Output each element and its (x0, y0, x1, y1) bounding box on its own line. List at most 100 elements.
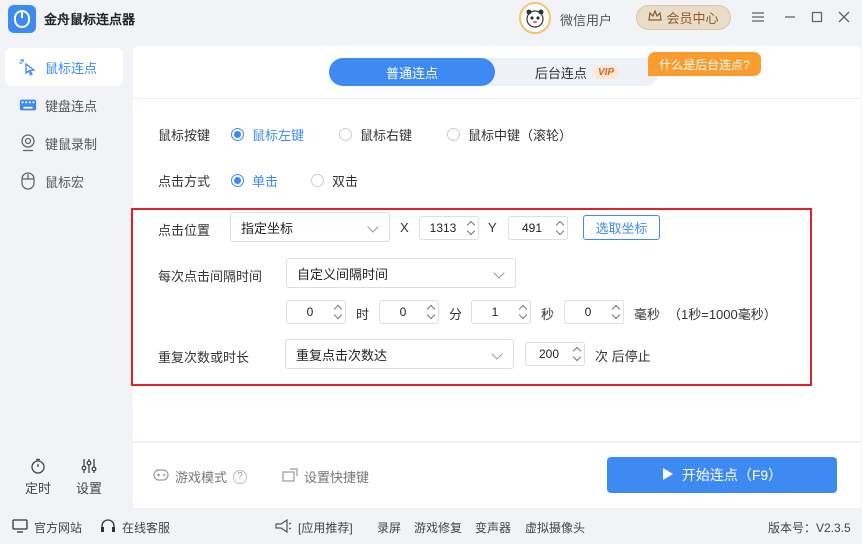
pick-coordinate-button[interactable]: 选取坐标 (583, 215, 660, 240)
sidebar-item-label: 鼠标连点 (45, 60, 98, 76)
close-icon[interactable] (835, 8, 853, 26)
spin-value: 1313 (429, 221, 457, 235)
sidebar: 鼠标连点 键盘连点 键鼠录制 鼠标宏 定时 设置 (0, 40, 130, 508)
recommend-label: [应用推荐] (298, 521, 353, 535)
sidebar-item-label: 键盘连点 (45, 98, 98, 114)
spin-value: 491 (521, 221, 543, 235)
game-mode-toggle[interactable]: 游戏模式 ? (153, 467, 248, 486)
divider (133, 98, 861, 99)
radio-label: 双击 (332, 174, 359, 189)
radio-left-button[interactable]: 鼠标左键 (231, 125, 304, 144)
maximize-icon[interactable] (808, 8, 826, 26)
footer-panel: 游戏模式 ? 设置快捷键 开始连点（F9） (133, 443, 861, 508)
tab-normal-click[interactable]: 普通连点 (329, 58, 495, 86)
recommend-app-link[interactable]: 变声器 (475, 519, 511, 536)
chevron-down-icon (367, 221, 379, 233)
timer-label: 定时 (24, 481, 51, 496)
spinner-arrows-icon[interactable] (426, 302, 435, 322)
spinner-arrows-icon[interactable] (466, 218, 475, 238)
interval-mode-select[interactable]: 自定义间隔时间 (286, 258, 516, 288)
radio-middle-button[interactable]: 鼠标中键（滚轮） (447, 125, 572, 144)
recommend-app-link[interactable]: 录屏 (377, 519, 401, 536)
settings-sliders-icon (81, 459, 97, 473)
spinner-arrows-icon[interactable] (611, 302, 620, 322)
user-avatar[interactable] (519, 2, 551, 34)
settings-button[interactable]: 设置 (69, 458, 109, 497)
repeat-suffix: 次 后停止 (595, 349, 651, 364)
radio-label: 鼠标右键 (360, 128, 413, 143)
help-icon[interactable]: ? (233, 469, 248, 484)
sidebar-item-keyboard-click[interactable]: 键盘连点 (5, 86, 123, 124)
sidebar-item-record[interactable]: 键鼠录制 (5, 124, 123, 162)
recommend-app-link[interactable]: 游戏修复 (414, 519, 462, 536)
recommend-app-link[interactable]: 虚拟摄像头 (525, 519, 585, 536)
hours-input[interactable]: 0 (286, 300, 346, 324)
select-value: 指定坐标 (241, 220, 294, 236)
play-icon (662, 467, 674, 484)
hours-unit: 时 (356, 307, 370, 322)
timer-button[interactable]: 定时 (18, 458, 58, 497)
spinner-arrows-icon[interactable] (333, 302, 342, 322)
radio-dot (311, 174, 324, 187)
sidebar-item-mouse-macro[interactable]: 鼠标宏 (5, 162, 123, 200)
sidebar-item-label: 鼠标宏 (45, 174, 85, 190)
mouse-button-label: 鼠标按键 (158, 128, 211, 143)
timer-icon (31, 458, 45, 474)
headset-icon (100, 519, 116, 536)
chevron-down-icon (493, 267, 505, 279)
vip-center-button[interactable]: 会员中心 (636, 5, 731, 30)
start-click-button[interactable]: 开始连点（F9） (607, 457, 837, 493)
repeat-count-input[interactable]: 200 (525, 342, 585, 366)
radio-double-click[interactable]: 双击 (311, 171, 358, 190)
radio-dot (231, 174, 244, 187)
milliseconds-unit: 毫秒 (634, 307, 661, 322)
y-coordinate-input[interactable]: 491 (508, 216, 568, 240)
position-mode-select[interactable]: 指定坐标 (230, 212, 390, 242)
radio-single-click[interactable]: 单击 (231, 171, 278, 190)
set-hotkey-button[interactable]: 设置快捷键 (282, 467, 369, 486)
x-coordinate-input[interactable]: 1313 (419, 216, 479, 240)
vip-tag: VIP (592, 65, 620, 79)
hotkey-icon (282, 468, 298, 485)
user-name[interactable]: 微信用户 (560, 10, 612, 29)
radio-label: 鼠标中键（滚轮） (468, 128, 573, 143)
minutes-input[interactable]: 0 (379, 300, 439, 324)
spin-value: 1 (491, 305, 499, 319)
start-label: 开始连点（F9） (681, 467, 783, 483)
mouse-icon (19, 172, 37, 190)
millisecond-note: （1秒=1000毫秒） (668, 307, 777, 322)
tab-background-click[interactable]: 后台连点 VIP (495, 58, 659, 86)
background-click-tip[interactable]: 什么是后台连点? (648, 52, 761, 76)
spinner-arrows-icon[interactable] (518, 302, 527, 322)
radio-right-button[interactable]: 鼠标右键 (339, 125, 412, 144)
mode-tabs: 普通连点 后台连点 VIP (329, 58, 659, 86)
megaphone-icon (274, 518, 292, 536)
spin-value: 0 (584, 305, 592, 319)
radio-dot (447, 128, 460, 141)
app-recommend: [应用推荐] (274, 518, 353, 536)
seconds-input[interactable]: 1 (471, 300, 531, 324)
spinner-arrows-icon[interactable] (572, 344, 581, 364)
gamepad-icon (153, 468, 169, 485)
x-label: X (400, 220, 409, 235)
status-bar: 官方网站 在线客服 [应用推荐] 录屏 游戏修复 变声器 虚拟摄像头 版本号：V… (0, 510, 862, 544)
repeat-mode-select[interactable]: 重复点击次数达 (285, 339, 514, 369)
radio-label: 单击 (252, 174, 279, 189)
minimize-icon[interactable] (781, 8, 799, 26)
settings-label: 设置 (75, 481, 102, 496)
sidebar-item-mouse-click[interactable]: 鼠标连点 (5, 48, 123, 86)
online-service-link[interactable]: 在线客服 (100, 519, 170, 536)
interval-label: 每次点击间隔时间 (158, 269, 263, 284)
vip-center-label: 会员中心 (666, 11, 719, 26)
game-mode-label: 游戏模式 (175, 470, 228, 485)
spin-value: 0 (306, 305, 314, 319)
record-icon (19, 134, 37, 152)
milliseconds-input[interactable]: 0 (564, 300, 624, 324)
spinner-arrows-icon[interactable] (555, 218, 564, 238)
service-label: 在线客服 (122, 521, 171, 535)
menu-icon[interactable] (749, 8, 767, 26)
official-website-link[interactable]: 官方网站 (12, 519, 82, 536)
hotkey-label: 设置快捷键 (304, 470, 370, 485)
chevron-down-icon (491, 348, 503, 360)
title-bar: 金舟鼠标连点器 微信用户 会员中心 (0, 0, 862, 36)
